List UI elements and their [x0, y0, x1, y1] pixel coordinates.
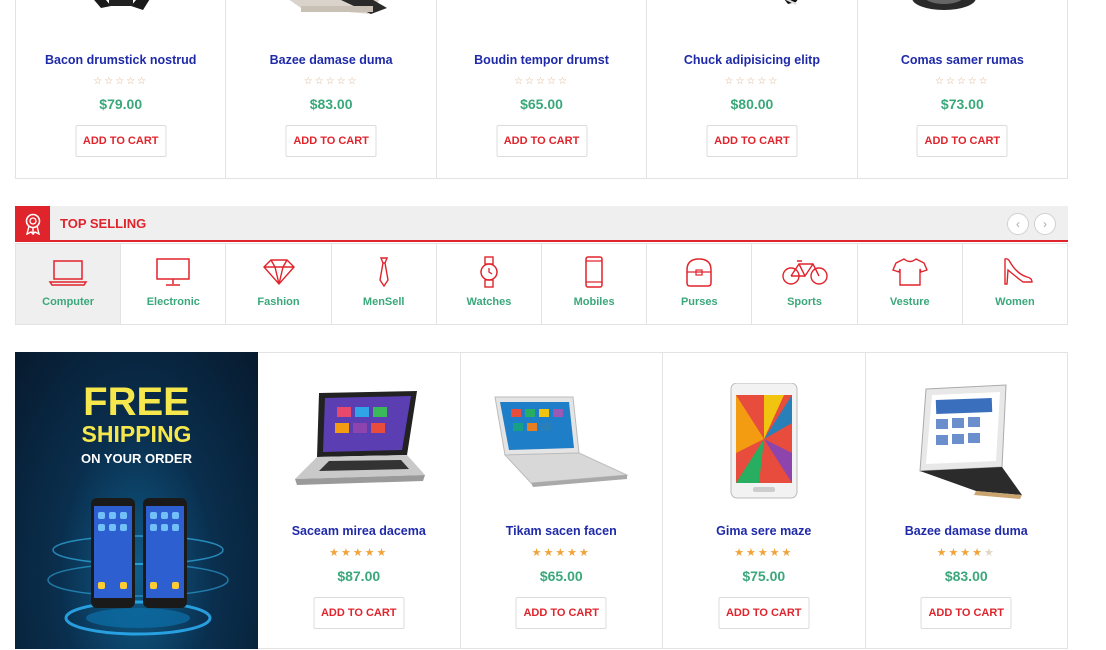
tab-label: Vesture — [889, 296, 930, 308]
diamond-icon — [262, 259, 295, 286]
product-name-link[interactable]: Bacon drumstick nostrud — [16, 53, 225, 67]
tab-fashion[interactable]: Fashion — [226, 244, 332, 324]
tab-mobiles[interactable]: Mobiles — [542, 244, 648, 324]
rating-stars: ★★★★★ — [329, 547, 389, 559]
tab-women[interactable]: Women — [963, 244, 1067, 324]
tab-label: MenSell — [362, 296, 405, 308]
add-to-cart-button[interactable]: ADD TO CART — [706, 125, 798, 157]
monitor-icon — [156, 258, 191, 286]
rating-stars: ★★★★★ — [531, 547, 591, 559]
product-price: $65.00 — [520, 96, 563, 112]
tab-computer[interactable]: Computer — [16, 244, 122, 324]
product-name-link[interactable]: Gima sere maze — [663, 524, 865, 538]
page: Bacon drumstick nostrud ☆☆☆☆☆ $79.00 ADD… — [0, 0, 1106, 650]
tab-label: Purses — [680, 296, 718, 308]
product-price: $83.00 — [309, 96, 353, 112]
add-to-cart-button[interactable]: ADD TO CART — [515, 597, 607, 629]
product-card: Bacon drumstick nostrud ☆☆☆☆☆ $79.00 ADD… — [16, 0, 227, 178]
section-title: TOP SELLING — [60, 216, 147, 231]
product-image[interactable] — [491, 383, 631, 493]
product-card: Tikam sacen facen ★★★★★ $65.00 ADD TO CA… — [461, 353, 663, 648]
tab-label: Watches — [466, 296, 512, 308]
product-name-link[interactable]: Tikam sacen facen — [461, 524, 663, 538]
product-image[interactable] — [482, 0, 602, 20]
tab-purses[interactable]: Purses — [647, 244, 753, 324]
rating-stars: ★★★★★ — [734, 547, 794, 559]
add-to-cart-button[interactable]: ADD TO CART — [718, 597, 810, 629]
tab-label: Fashion — [257, 296, 300, 308]
product-price: $75.00 — [742, 568, 786, 584]
add-to-cart-button[interactable]: ADD TO CART — [920, 597, 1012, 629]
laptop-icon — [48, 260, 88, 286]
tab-label: Electronic — [146, 296, 200, 308]
product-price: $79.00 — [99, 96, 143, 112]
product-price: $65.00 — [539, 568, 583, 584]
free-shipping-banner[interactable]: FREE SHIPPING ON YOUR ORDER — [15, 352, 258, 649]
tab-electronic[interactable]: Electronic — [121, 244, 227, 324]
tab-label: Computer — [42, 296, 95, 308]
product-price: $87.00 — [337, 568, 381, 584]
carousel-prev-button[interactable]: ‹ — [1007, 213, 1029, 235]
product-image[interactable] — [692, 0, 812, 20]
product-name-link[interactable]: Bazee damase duma — [226, 53, 435, 67]
tab-label: Mobiles — [573, 296, 615, 308]
tab-vesture[interactable]: Vesture — [858, 244, 963, 324]
product-price: $80.00 — [730, 96, 774, 112]
bicycle-icon — [781, 260, 828, 285]
product-price: $83.00 — [944, 568, 988, 584]
purse-icon — [686, 258, 713, 287]
top-selling-header: TOP SELLING ‹ › — [15, 206, 1068, 242]
product-price: $73.00 — [940, 96, 984, 112]
top-product-row: Bacon drumstick nostrud ☆☆☆☆☆ $79.00 ADD… — [15, 0, 1068, 179]
product-card: Gima sere maze ★★★★★ $75.00 ADD TO CART — [663, 353, 866, 648]
promo-headline: FREE — [83, 380, 190, 424]
top-selling-product-row: Saceam mirea dacema ★★★★★ $87.00 ADD TO … — [258, 352, 1068, 649]
tab-mensell[interactable]: MenSell — [332, 244, 437, 324]
smartphones-illustration — [47, 498, 229, 636]
rating-stars: ☆☆☆☆☆ — [934, 76, 990, 87]
promo-tagline: ON YOUR ORDER — [81, 451, 192, 466]
tab-label: Women — [995, 296, 1035, 308]
product-name-link[interactable]: Boudin tempor drumst — [437, 53, 646, 67]
carousel-next-button[interactable]: › — [1034, 213, 1056, 235]
tab-label: Sports — [787, 296, 822, 308]
product-image[interactable] — [729, 383, 799, 499]
rating-stars: ☆☆☆☆☆ — [93, 76, 149, 87]
product-name-link[interactable]: Chuck adipisicing elitp — [647, 53, 856, 67]
add-to-cart-button[interactable]: ADD TO CART — [75, 125, 167, 157]
product-card: Chuck adipisicing elitp ☆☆☆☆☆ $80.00 ADD… — [647, 0, 858, 178]
product-name-link[interactable]: Saceam mirea dacema — [258, 524, 460, 538]
rating-stars: ☆☆☆☆☆ — [514, 76, 569, 87]
promo-subheadline: SHIPPING — [81, 421, 192, 447]
tab-sports[interactable]: Sports — [752, 244, 858, 324]
product-image[interactable] — [289, 383, 429, 493]
product-card: Saceam mirea dacema ★★★★★ $87.00 ADD TO … — [258, 353, 461, 648]
add-to-cart-button[interactable]: ADD TO CART — [285, 125, 377, 157]
product-name-link[interactable]: Comas samer rumas — [858, 53, 1067, 67]
rating-stars: ☆☆☆☆☆ — [724, 76, 780, 87]
product-image[interactable] — [61, 0, 181, 20]
product-image[interactable] — [271, 0, 391, 20]
tab-watches[interactable]: Watches — [437, 244, 543, 324]
product-card: Boudin tempor drumst ☆☆☆☆☆ $65.00 ADD TO… — [437, 0, 648, 178]
tie-icon — [378, 257, 389, 288]
high-heel-icon — [1004, 258, 1033, 285]
add-to-cart-button[interactable]: ADD TO CART — [496, 125, 588, 157]
product-image[interactable] — [906, 383, 1026, 499]
category-tabs: Computer Electronic Fashion MenSell Watc… — [15, 243, 1068, 325]
product-card: Comas samer rumas ☆☆☆☆☆ $73.00 ADD TO CA… — [858, 0, 1067, 178]
rating-stars: ★★★★★ — [936, 547, 996, 559]
phone-icon — [585, 256, 603, 288]
product-card: Bazee damase duma ☆☆☆☆☆ $83.00 ADD TO CA… — [226, 0, 437, 178]
award-badge-icon — [15, 206, 50, 242]
product-name-link[interactable]: Bazee damase duma — [866, 524, 1068, 538]
rating-stars: ☆☆☆☆☆ — [303, 76, 359, 87]
add-to-cart-button[interactable]: ADD TO CART — [313, 597, 405, 629]
product-image[interactable] — [902, 0, 1022, 20]
product-card: Bazee damase duma ★★★★★ $83.00 ADD TO CA… — [866, 353, 1068, 648]
watch-icon — [480, 256, 498, 288]
add-to-cart-button[interactable]: ADD TO CART — [916, 125, 1008, 157]
tshirt-icon — [891, 258, 928, 286]
